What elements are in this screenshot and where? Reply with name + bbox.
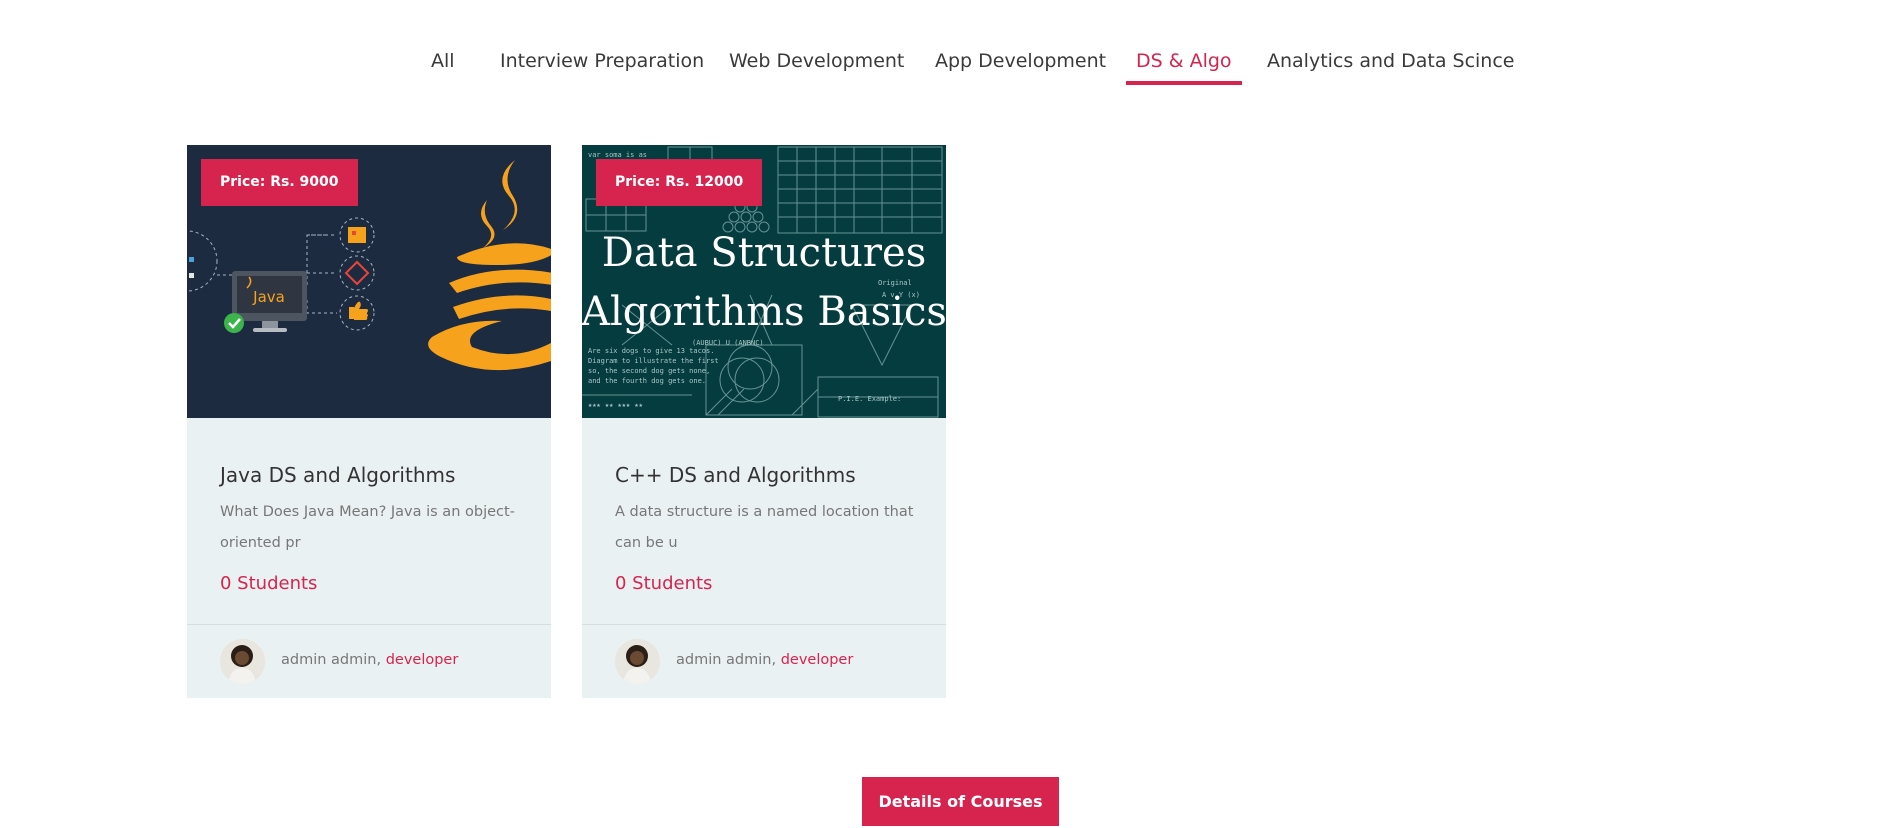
author-name: admin admin,	[281, 652, 382, 668]
image-title-line2: Algorithms Basics	[582, 289, 946, 335]
svg-text:Original: Original	[878, 279, 912, 287]
avatar-image	[615, 639, 660, 684]
course-description: A data structure is a named location tha…	[615, 504, 914, 551]
svg-text:Are six dogs to give 13 tacos.: Are six dogs to give 13 tacos.	[588, 347, 714, 355]
course-card-java[interactable]: Java Price: Rs. 9000 Java DS and Algorit…	[187, 145, 551, 698]
avatar	[220, 639, 265, 684]
svg-text:(AUBUC) U (ANBNC): (AUBUC) U (ANBNC)	[692, 339, 764, 347]
author-name: admin admin,	[676, 652, 777, 668]
price-badge: Price: Rs. 12000	[596, 159, 763, 206]
tab-app-development[interactable]: App Development	[935, 46, 1106, 76]
svg-text:and the fourth dog gets one.: and the fourth dog gets one.	[588, 377, 706, 385]
card-divider	[187, 624, 551, 625]
course-title[interactable]: C++ DS and Algorithms	[615, 463, 856, 487]
svg-text:Diagram to illustrate the firs: Diagram to illustrate the first	[588, 357, 719, 365]
image-title-line1: Data Structures	[602, 230, 926, 276]
student-count: 0 Students	[220, 573, 318, 594]
course-thumbnail-java[interactable]: Java Price: Rs. 9000	[187, 145, 551, 418]
tab-analytics-data-science[interactable]: Analytics and Data Scince	[1267, 46, 1514, 76]
tab-interview-preparation[interactable]: Interview Preparation	[500, 46, 704, 76]
author-line: admin admin, developer	[676, 652, 853, 668]
avatar-image	[220, 639, 265, 684]
price-badge: Price: Rs. 9000	[201, 159, 358, 206]
author-role-link[interactable]: developer	[386, 652, 459, 668]
svg-text:so, the second dog gets none,: so, the second dog gets none,	[588, 367, 710, 375]
tab-web-development[interactable]: Web Development	[729, 46, 904, 76]
author-role-link[interactable]: developer	[781, 652, 854, 668]
course-thumbnail-cpp[interactable]: var soma is as Original A v Y (x) Are si…	[582, 145, 946, 418]
course-card-cpp[interactable]: var soma is as Original A v Y (x) Are si…	[582, 145, 946, 698]
category-tabs: All Interview Preparation Web Developmen…	[0, 46, 1893, 86]
card-divider	[582, 624, 946, 625]
course-title[interactable]: Java DS and Algorithms	[220, 463, 455, 487]
svg-text:var soma is as: var soma is as	[588, 151, 647, 159]
svg-text:Java: Java	[252, 288, 285, 306]
avatar	[615, 639, 660, 684]
author-line: admin admin, developer	[281, 652, 458, 668]
tab-all[interactable]: All	[431, 46, 455, 76]
tab-ds-algo[interactable]: DS & Algo	[1126, 46, 1242, 85]
course-description: What Does Java Mean? Java is an object-o…	[220, 504, 515, 551]
svg-text:P.I.E. Example:: P.I.E. Example:	[838, 395, 901, 403]
student-count: 0 Students	[615, 573, 713, 594]
svg-text:★★★ ★★ ★★★ ★★: ★★★ ★★ ★★★ ★★	[588, 401, 644, 409]
details-of-courses-button[interactable]: Details of Courses	[862, 777, 1059, 826]
